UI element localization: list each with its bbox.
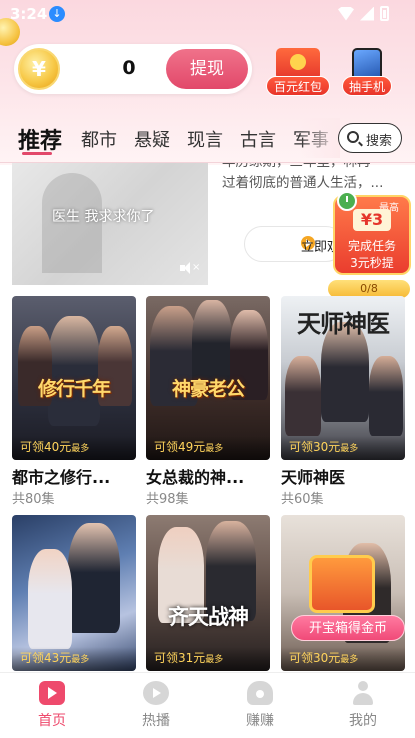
nav-home[interactable]: 首页 [22,681,82,730]
battery-icon [380,6,389,21]
search-button[interactable]: 搜索 [338,123,402,153]
bottom-navigation: 首页 热播 赚赚 我的 [0,672,415,738]
poster-title: 修行千年 [37,378,111,400]
task-title: 完成任务 [347,239,396,253]
play-circle-icon [143,681,169,705]
coin-icon: ¥ [18,48,60,90]
drama-poster[interactable]: 可领30元最多 [281,515,405,671]
poster-title: 天师神医 [297,310,390,338]
nav-profile[interactable]: 我的 [333,681,393,730]
episode-count: 共80集 [12,492,55,507]
treasure-chest-icon [309,555,375,613]
drama-poster[interactable]: 天师神医 可领30元最多 [281,296,405,460]
wallet-balance[interactable]: ¥ 0 提现 [14,44,252,94]
status-bar: 3:24 ↓ [0,0,415,28]
home-play-icon [39,681,65,705]
signal-icon [360,6,374,21]
reward-label: 可领30元最多 [289,440,359,454]
open-chest-button[interactable]: 开宝箱得金币 [291,615,405,641]
episode-count: 共60集 [281,492,324,507]
drama-poster[interactable]: 修行千年 可领40元最多 [12,296,136,460]
money-bag-icon [247,681,273,705]
promo-phone-draw[interactable]: 抽手机 [342,48,392,96]
search-icon [347,131,359,143]
status-time: 3:24 [10,5,48,23]
poster-title: 神豪老公 [171,378,245,400]
nav-earn[interactable]: 赚赚 [230,681,290,730]
withdraw-button[interactable]: 提现 [166,49,248,89]
drama-title: 天师神医 [281,468,346,487]
reward-label: 可领31元最多 [154,651,224,665]
promo-label: 抽手机 [342,76,392,96]
clock-icon [337,191,357,211]
user-icon [350,681,376,705]
drama-poster[interactable]: 神豪老公 可领49元最多 [146,296,270,460]
category-tabs: 推荐 都市 悬疑 现言 古言 军事 搜索 [0,118,415,162]
reward-label: 可领40元最多 [20,440,90,454]
nav-label: 首页 [38,713,66,729]
drama-title: 女总裁的神... [146,468,245,487]
task-subtitle: 3元秒提 [350,256,394,270]
promo-red-envelope[interactable]: 百元红包 [266,48,330,96]
promo-label: 百元红包 [266,76,330,96]
watch-now-button[interactable]: 立即观看 [244,226,353,262]
task-amount: ¥3 [353,209,391,231]
reward-label: 可领30元最多 [289,651,359,665]
nav-trending[interactable]: 热播 [126,681,186,730]
tab-suspense[interactable]: 悬疑 [134,126,170,152]
download-icon: ↓ [49,6,65,22]
episode-count: 共98集 [146,492,189,507]
tab-modern-romance[interactable]: 现言 [187,126,223,152]
nav-label: 热播 [142,713,170,729]
tab-urban[interactable]: 都市 [81,126,117,152]
drama-title: 都市之修行... [12,468,111,487]
active-tab-indicator [22,152,52,155]
featured-video[interactable]: 医生 我求求你了 × [12,163,208,285]
wifi-icon [338,6,354,21]
reward-label: 可领49元最多 [154,440,224,454]
description-line: 年历练期，三年里，林再 [222,163,407,173]
video-subtitle: 医生 我求求你了 [52,209,155,225]
balance-value: 0 [122,57,136,79]
tab-recommend[interactable]: 推荐 [18,123,62,155]
reward-label: 可领43元最多 [20,651,90,665]
poster-title: 齐天战神 [168,605,249,629]
nav-label: 我的 [349,713,377,729]
drama-poster[interactable]: 齐天战神 可领31元最多 [146,515,270,671]
nav-label: 赚赚 [246,713,274,729]
description-line: 过着彻底的普通人生活，... [222,175,384,191]
task-reward-widget[interactable]: 最高 ¥3 完成任务 3元秒提 [333,191,411,275]
tab-ancient-romance[interactable]: 古言 [240,126,276,152]
drama-poster[interactable]: 可领43元最多 [12,515,136,671]
search-label: 搜索 [366,134,393,149]
